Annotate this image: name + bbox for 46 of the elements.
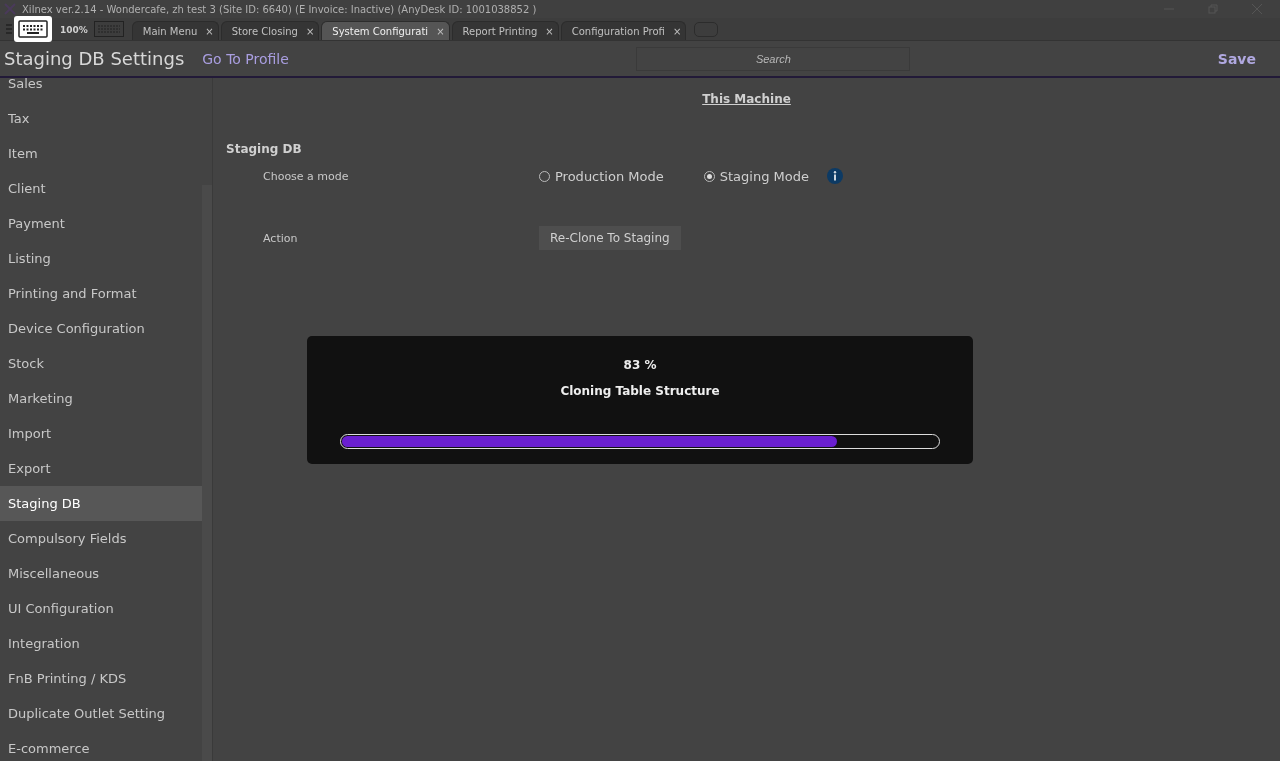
window-title: Xilnex ver.2.14 - Wondercafe, zh test 3 (Site ID: 6640) (E Invoice: Inactive) (AnyDesk ID: 1001038852 ) [22,3,537,15]
sidebar-item[interactable]: Export [0,451,202,486]
mode-radio[interactable]: Staging Mode [703,168,809,184]
keyboard-icon[interactable] [93,21,124,37]
keyboard-icon [18,20,48,38]
re-clone-button[interactable]: Re-Clone To Staging [539,226,681,250]
tab[interactable]: System Configurati × [321,21,450,40]
tab[interactable]: Report Printing × [451,21,559,40]
sidebar-item[interactable]: Staging DB [0,486,202,521]
page-title: Staging DB Settings [4,48,185,69]
this-machine-link[interactable]: This Machine [702,92,791,106]
sidebar-item[interactable]: Item [0,136,202,171]
field-label: Choose a mode [263,169,350,183]
sidebar-item[interactable]: Listing [0,241,202,276]
sidebar-item[interactable]: Printing and Format [0,276,202,311]
sidebar-item[interactable]: Payment [0,206,202,241]
sidebar-item[interactable]: Integration [0,626,202,661]
progress-percent: 83 % [623,358,657,372]
sidebar-item[interactable]: Import [0,416,202,451]
sidebar-item[interactable]: Device Configuration [0,311,202,346]
save-link[interactable]: Save [1217,50,1256,67]
go-to-profile-link[interactable]: Go To Profile [202,50,289,67]
sidebar-item[interactable]: Compulsory Fields [0,521,202,556]
sidebar-item[interactable]: Stock [0,346,202,381]
scrollbar-thumb[interactable] [202,185,212,761]
progress-message: Cloning Table Structure [560,384,720,398]
sidebar-item[interactable]: Tax [0,101,202,136]
sidebar-item[interactable]: Miscellaneous [0,556,202,591]
tab[interactable]: Store Closing × [220,21,320,40]
zoom-level: 100% [60,25,88,35]
info-icon[interactable] [826,168,843,184]
keyboard-button[interactable] [14,16,52,42]
sidebar-item[interactable]: Marketing [0,381,202,416]
sidebar-item[interactable]: UI Configuration [0,591,202,626]
field-label: Action [263,231,299,245]
sidebar-item[interactable]: FnB Printing / KDS [0,661,202,696]
search-field[interactable]: Search [636,46,911,71]
section-heading: Staging DB [226,142,303,156]
x-logo-icon [4,3,16,15]
tab[interactable]: Main Menu × [131,21,219,40]
tab[interactable]: Configuration Profi × [560,21,687,40]
mode-radio[interactable]: Production Mode [539,168,664,184]
sidebar-item[interactable]: Sales [0,78,202,101]
sidebar-item[interactable]: Duplicate Outlet Setting [0,696,202,731]
sidebar-item[interactable]: Client [0,171,202,206]
sidebar-item[interactable]: E-commerce [0,731,202,761]
